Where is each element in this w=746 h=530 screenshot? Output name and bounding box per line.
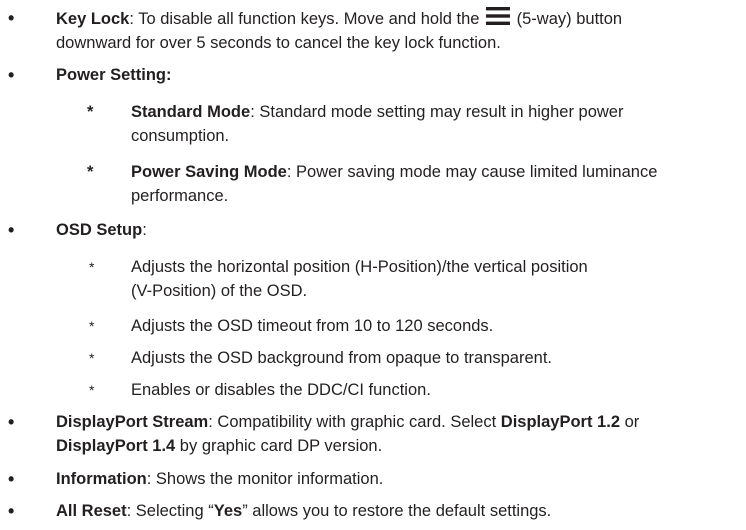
displayport-14-option: DisplayPort 1.4 [56, 437, 176, 455]
all-reset-term: All Reset [56, 502, 127, 520]
key-lock-text: Key Lock: To disable all function keys. … [56, 6, 738, 55]
osd-timeout-desc: Adjusts the OSD timeout from 10 to 120 s… [131, 317, 494, 335]
osd-position-desc-line2: (V-Position) of the OSD. [131, 282, 308, 300]
key-lock-desc-after: (5-way) button [512, 10, 623, 28]
displayport-desc: : Compatibility with graphic card. Selec… [208, 413, 501, 431]
sub-bullet: * [89, 318, 95, 334]
menu-5way-icon [486, 6, 511, 26]
displayport-stream-term: DisplayPort Stream [56, 413, 209, 431]
power-setting-term: Power Setting: [56, 66, 172, 84]
osd-setup-colon: : [142, 221, 147, 239]
bullet: • [8, 8, 15, 28]
sub-bullet: * [89, 259, 95, 275]
key-lock-term: Key Lock [56, 10, 130, 28]
power-saving-mode-term: Power Saving Mode [131, 163, 287, 181]
ddc-ci-desc: Enables or disables the DDC/CI function. [131, 381, 431, 399]
standard-mode-desc: : Standard mode setting may result in hi… [250, 103, 624, 121]
osd-background-desc: Adjusts the OSD background from opaque t… [131, 349, 552, 367]
osd-setup-term: OSD Setup [56, 221, 143, 239]
power-saving-mode-desc: : Power saving mode may cause limited lu… [286, 163, 658, 181]
manual-page: • Key Lock: To disable all function keys… [0, 0, 746, 530]
standard-mode-term: Standard Mode [131, 103, 251, 121]
sub-bullet: * [89, 382, 95, 398]
yes-option: Yes [213, 502, 243, 520]
bullet: • [8, 469, 15, 489]
power-saving-mode-desc-line2: performance. [131, 187, 229, 205]
displayport-or: or [620, 413, 640, 431]
all-reset-desc: : Selecting “ [126, 502, 214, 520]
all-reset-desc-end: ” allows you to restore the default sett… [242, 502, 552, 520]
key-lock-desc: : To disable all function keys. Move and… [129, 10, 485, 28]
displayport-12-option: DisplayPort 1.2 [500, 413, 620, 431]
bullet: • [8, 220, 15, 240]
sub-bullet: * [89, 350, 95, 366]
sub-bullet: * [87, 163, 94, 181]
standard-mode-desc-line2: consumption. [131, 127, 230, 145]
bullet: • [8, 65, 15, 85]
displayport-desc-line2: by graphic card DP version. [175, 437, 383, 455]
osd-position-desc: Adjusts the horizontal position (H-Posit… [131, 258, 588, 276]
key-lock-desc-line2: downward for over 5 seconds to cancel th… [56, 34, 501, 52]
sub-bullet: * [87, 103, 94, 121]
information-desc: : Shows the monitor information. [146, 470, 384, 488]
information-term: Information [56, 470, 147, 488]
bullet: • [8, 412, 15, 432]
bullet: • [8, 501, 15, 521]
